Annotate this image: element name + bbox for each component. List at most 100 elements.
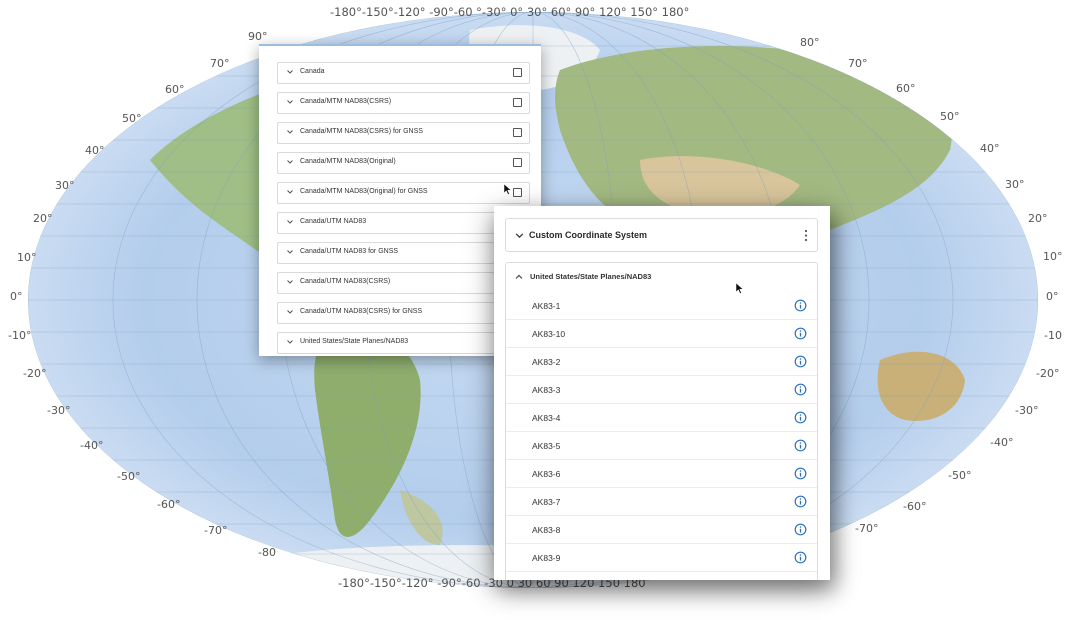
coordinate-system-label: Canada/MTM NAD83(Original) [300, 158, 396, 165]
chevron-up-icon[interactable] [514, 272, 524, 282]
coordinate-system-row[interactable]: Canada/UTM NAD83(CSRS) for GNSS [277, 302, 530, 324]
left-latitude-label: -50° [117, 470, 141, 483]
left-latitude-label: 20° [33, 212, 53, 225]
select-checkbox[interactable] [513, 128, 522, 137]
mouse-cursor-icon [504, 184, 512, 195]
chevron-down-icon[interactable] [285, 337, 295, 347]
left-latitude-label: -80 [258, 546, 276, 559]
left-latitude-label: -70° [204, 524, 228, 537]
coordinate-system-row[interactable]: Canada/MTM NAD83(Original) [277, 152, 530, 174]
coordinate-system-label: Canada/UTM NAD83(CSRS) for GNSS [300, 308, 423, 315]
zone-list-item[interactable]: AK83-5 [506, 432, 817, 460]
coordinate-system-label: Canada/MTM NAD83(CSRS) [300, 98, 392, 105]
right-latitude-label: -30° [1015, 404, 1039, 417]
coordinate-system-row[interactable]: Canada/MTM NAD83(CSRS) [277, 92, 530, 114]
select-checkbox[interactable] [513, 158, 522, 167]
coordinate-system-row[interactable]: Canada [277, 62, 530, 84]
zone-list-item[interactable]: AK83-6 [506, 460, 817, 488]
right-latitude-label: -20° [1036, 367, 1060, 380]
right-latitude-label: -60° [903, 500, 927, 513]
info-icon[interactable] [794, 467, 807, 480]
zone-label: AK83-7 [532, 497, 561, 507]
coordinate-system-label: Canada/UTM NAD83(CSRS) [300, 278, 391, 285]
zone-list-item[interactable]: AK83-8 [506, 516, 817, 544]
more-options-icon[interactable] [804, 229, 808, 242]
left-latitude-label: 90° [248, 30, 268, 43]
chevron-down-icon[interactable] [285, 67, 295, 77]
coordinate-system-label: Canada/UTM NAD83 [300, 218, 367, 225]
info-icon[interactable] [794, 439, 807, 452]
right-latitude-label: -10 [1044, 329, 1062, 342]
left-latitude-label: -60° [157, 498, 181, 511]
left-latitude-label: -40° [80, 439, 104, 452]
custom-coordinate-system-header[interactable]: Custom Coordinate System [505, 218, 818, 252]
coordinate-system-label: Canada/MTM NAD83(Original) for GNSS [300, 188, 428, 195]
right-latitude-label: 30° [1005, 178, 1025, 191]
right-latitude-label: 60° [896, 82, 916, 95]
right-latitude-label: -70° [855, 522, 879, 535]
left-latitude-label: 0° [10, 290, 23, 303]
longitude-labels-top: -180°-150°-120° -90°-60 °-30° 0° 30° 60°… [330, 5, 690, 19]
zone-label: AK83-4 [532, 413, 561, 423]
coordinate-system-row[interactable]: Canada/UTM NAD83(CSRS) [277, 272, 530, 294]
left-latitude-label: -20° [23, 367, 47, 380]
right-latitude-label: 0° [1046, 290, 1059, 303]
info-icon[interactable] [794, 327, 807, 340]
left-latitude-label: 70° [210, 57, 230, 70]
chevron-down-icon[interactable] [285, 307, 295, 317]
custom-panel-title: Custom Coordinate System [529, 230, 648, 240]
chevron-down-icon[interactable] [285, 127, 295, 137]
zone-label: AK83-6 [532, 469, 561, 479]
zone-label: AK83-10 [532, 329, 566, 339]
select-checkbox[interactable] [513, 68, 522, 77]
info-icon[interactable] [794, 299, 807, 312]
coordinate-system-label: Canada [300, 68, 325, 75]
coordinate-system-row[interactable]: Canada/UTM NAD83 [277, 212, 530, 234]
zone-label: AK83-8 [532, 525, 561, 535]
zone-list-item[interactable]: AK83-7 [506, 488, 817, 516]
mouse-cursor-icon [736, 283, 744, 294]
zone-list-item[interactable]: AK83-4 [506, 404, 817, 432]
info-icon[interactable] [794, 411, 807, 424]
left-latitude-label: 30° [55, 179, 75, 192]
coordinate-system-row[interactable]: Canada/MTM NAD83(CSRS) for GNSS [277, 122, 530, 144]
chevron-down-icon[interactable] [285, 157, 295, 167]
left-latitude-label: 40° [85, 144, 105, 157]
chevron-down-icon[interactable] [285, 97, 295, 107]
state-planes-group-title[interactable]: United States/State Planes/NAD83 [530, 272, 651, 281]
right-latitude-label: 80° [800, 36, 820, 49]
coordinate-system-label: Canada/UTM NAD83 for GNSS [300, 248, 399, 255]
select-checkbox[interactable] [513, 98, 522, 107]
zone-label: AK83-1 [532, 301, 561, 311]
coordinate-system-label: Canada/MTM NAD83(CSRS) for GNSS [300, 128, 423, 135]
zone-list-item[interactable]: AK83-9 [506, 544, 817, 572]
zone-list-item[interactable]: AK83-1 [506, 292, 817, 320]
info-icon[interactable] [794, 523, 807, 536]
chevron-down-icon[interactable] [285, 187, 295, 197]
chevron-down-icon[interactable] [285, 247, 295, 257]
right-latitude-label: 20° [1028, 212, 1048, 225]
coordinate-system-row[interactable]: Canada/UTM NAD83 for GNSS [277, 242, 530, 264]
info-icon[interactable] [794, 551, 807, 564]
custom-coordinate-system-panel: Custom Coordinate System United States/S… [494, 206, 830, 580]
left-latitude-label: -30° [47, 404, 71, 417]
zone-label: AK83-5 [532, 441, 561, 451]
info-icon[interactable] [794, 383, 807, 396]
right-latitude-label: 70° [848, 57, 868, 70]
chevron-down-icon[interactable] [285, 277, 295, 287]
info-icon[interactable] [794, 355, 807, 368]
left-latitude-label: 10° [17, 251, 37, 264]
state-planes-group: United States/State Planes/NAD83 AK83-1 A… [505, 262, 818, 580]
right-latitude-label: -40° [990, 436, 1014, 449]
zone-list-item[interactable]: AK83-3 [506, 376, 817, 404]
zone-list-item[interactable]: AK83-10 [506, 320, 817, 348]
left-latitude-label: 50° [122, 112, 142, 125]
select-checkbox[interactable] [513, 188, 522, 197]
coordinate-system-row[interactable]: Canada/MTM NAD83(Original) for GNSS [277, 182, 530, 204]
info-icon[interactable] [794, 495, 807, 508]
zone-label: AK83-3 [532, 385, 561, 395]
coordinate-system-row[interactable]: United States/State Planes/NAD83 [277, 332, 530, 354]
chevron-down-icon[interactable] [514, 230, 525, 241]
chevron-down-icon[interactable] [285, 217, 295, 227]
zone-list-item[interactable]: AK83-2 [506, 348, 817, 376]
